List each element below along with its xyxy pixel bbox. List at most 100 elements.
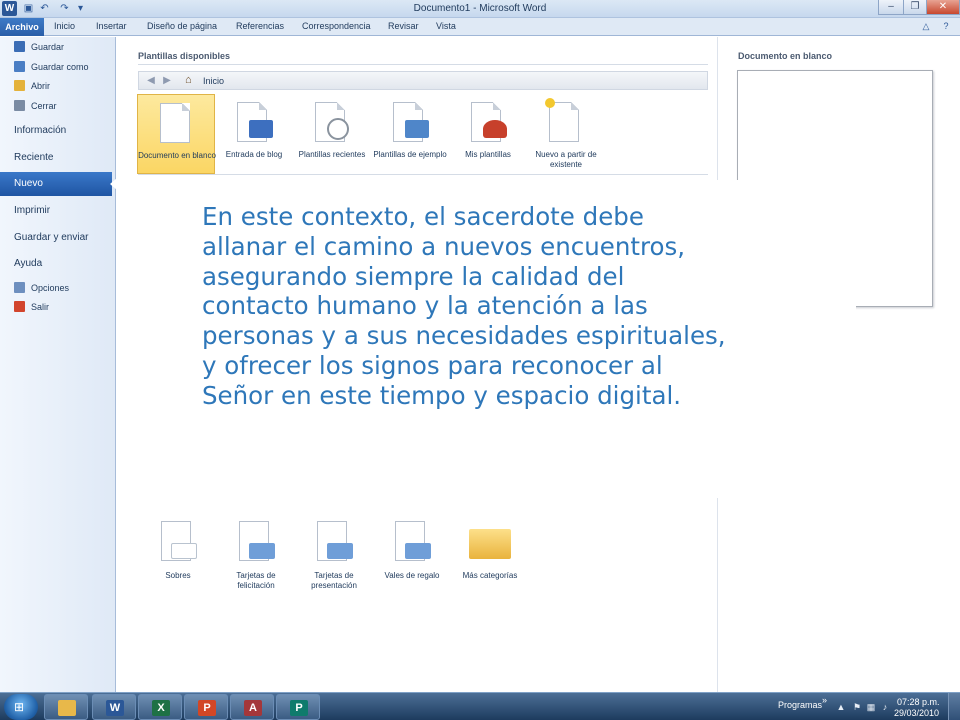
nav-tab-reciente[interactable]: Reciente xyxy=(14,152,53,163)
excel-icon: X xyxy=(152,700,170,716)
open-folder-icon xyxy=(14,80,25,91)
template-my-templates[interactable]: Mis plantillas xyxy=(449,94,527,174)
nav-tab-nuevo[interactable]: Nuevo xyxy=(0,172,112,196)
restore-button[interactable]: ❐ xyxy=(903,0,927,15)
quote-line: contacto humano y la atención a las xyxy=(202,291,648,321)
preview-title: Documento en blanco xyxy=(738,51,833,61)
template-blog-post[interactable]: Entrada de blog xyxy=(215,94,293,174)
start-button[interactable]: ⊞ xyxy=(4,694,38,720)
person-icon xyxy=(483,120,507,138)
blank-document-icon xyxy=(160,103,190,143)
forward-arrow-icon[interactable]: ▶ xyxy=(161,75,173,87)
tab-vista[interactable]: Vista xyxy=(436,21,456,31)
minimize-button[interactable]: ‒ xyxy=(878,0,904,15)
quote-line: Señor en este tiempo y espacio digital. xyxy=(202,380,682,410)
divider xyxy=(138,174,708,175)
template-more-categories[interactable]: Más categorías xyxy=(455,521,525,601)
save-as-icon xyxy=(14,61,25,72)
nav-tab-guardar-y-enviar[interactable]: Guardar y enviar xyxy=(14,232,88,243)
quote-line: y ofrecer los signos para reconocer al xyxy=(202,350,663,380)
template-blank-document[interactable]: Documento en blanco xyxy=(137,94,216,174)
close-document-command-label: Cerrar xyxy=(31,101,57,111)
action-center-flag-icon[interactable]: ⚑ xyxy=(852,702,862,712)
help-icon[interactable]: ? xyxy=(940,20,952,32)
save-as-command[interactable]: Guardar como xyxy=(14,59,89,75)
template-label: Vales de regalo xyxy=(384,571,440,580)
access-icon: A xyxy=(244,700,262,716)
nav-tab-ayuda[interactable]: Ayuda xyxy=(14,258,42,269)
close-document-command[interactable]: Cerrar xyxy=(14,98,57,114)
nav-tab-informacion[interactable]: Información xyxy=(14,125,66,136)
back-arrow-icon[interactable]: ◀ xyxy=(145,75,157,87)
volume-icon[interactable]: ♪ xyxy=(880,702,890,712)
options-command-label: Opciones xyxy=(31,283,70,293)
template-label: Plantillas de ejemplo xyxy=(373,150,447,159)
taskbar: ⊞ W X P A P Programas » ▲ ⚑ ▦ ♪ 07:28 p.… xyxy=(0,692,960,720)
tab-inicio[interactable]: Inicio xyxy=(54,21,75,31)
clock-icon xyxy=(327,118,349,140)
template-envelopes[interactable]: Sobres xyxy=(143,521,213,601)
template-label: Sobres xyxy=(165,571,191,580)
open-command-label: Abrir xyxy=(31,81,51,91)
template-label: Plantillas recientes xyxy=(298,150,366,159)
taskbar-word[interactable]: W xyxy=(92,694,136,720)
divider xyxy=(138,64,708,65)
template-label: Documento en blanco xyxy=(138,151,216,160)
tab-archivo[interactable]: Archivo xyxy=(0,18,44,36)
save-icon xyxy=(14,41,25,52)
network-icon[interactable]: ▦ xyxy=(866,702,876,712)
card-badge xyxy=(327,543,353,559)
template-label: Mis plantillas xyxy=(465,150,511,159)
template-business-cards[interactable]: Tarjetas de presentación xyxy=(299,521,369,601)
tab-correspondencia[interactable]: Correspondencia xyxy=(302,21,371,31)
tab-insertar[interactable]: Insertar xyxy=(96,21,127,31)
template-label: Más categorías xyxy=(462,571,518,580)
taskbar-powerpoint[interactable]: P xyxy=(184,694,228,720)
clock-time[interactable]: 07:28 p.m. xyxy=(897,697,940,707)
home-icon[interactable]: ⌂ xyxy=(185,74,197,86)
publisher-icon: P xyxy=(290,700,308,716)
exit-icon xyxy=(14,301,25,312)
breadcrumb-home[interactable]: Inicio xyxy=(203,76,224,86)
exit-command[interactable]: Salir xyxy=(14,299,49,315)
show-desktop-button[interactable] xyxy=(948,693,960,720)
new-from-existing-icon xyxy=(549,102,579,142)
template-label: Nuevo a partir de existente xyxy=(535,150,597,169)
quote-text: En este contexto, el sacerdote debe alla… xyxy=(202,202,852,411)
options-command[interactable]: Opciones xyxy=(14,280,69,296)
tab-diseno-de-pagina[interactable]: Diseño de página xyxy=(147,21,217,31)
template-breadcrumb-bar: ◀ ▶ ⌂ Inicio xyxy=(138,71,708,90)
save-command[interactable]: Guardar xyxy=(14,39,64,55)
blog-post-badge xyxy=(249,120,273,138)
tab-revisar[interactable]: Revisar xyxy=(388,21,419,31)
programs-toolbar-label[interactable]: Programas xyxy=(778,700,822,710)
tab-referencias[interactable]: Referencias xyxy=(236,21,284,31)
save-as-command-label: Guardar como xyxy=(31,62,89,72)
taskbar-publisher[interactable]: P xyxy=(276,694,320,720)
template-label: Tarjetas de presentación xyxy=(311,571,357,590)
powerpoint-icon: P xyxy=(198,700,216,716)
available-templates-heading: Plantillas disponibles xyxy=(138,51,231,61)
template-recent[interactable]: Plantillas recientes xyxy=(293,94,371,174)
options-icon xyxy=(14,282,25,293)
envelope-badge xyxy=(171,543,197,559)
taskbar-excel[interactable]: X xyxy=(138,694,182,720)
tray-expand-icon[interactable]: ▲ xyxy=(836,702,846,712)
taskbar-explorer[interactable] xyxy=(44,694,88,720)
open-command[interactable]: Abrir xyxy=(14,78,50,94)
quote-overlay: En este contexto, el sacerdote debe alla… xyxy=(170,180,856,498)
minimize-ribbon-icon[interactable]: △ xyxy=(920,20,932,32)
clock-date[interactable]: 29/03/2010 xyxy=(894,708,939,718)
close-button[interactable]: ✕ xyxy=(926,0,960,15)
nav-tab-imprimir[interactable]: Imprimir xyxy=(14,205,50,216)
taskbar-access[interactable]: A xyxy=(230,694,274,720)
sparkle-icon xyxy=(545,98,555,108)
chevron-icon[interactable]: » xyxy=(822,695,827,705)
window-title: Documento1 - Microsoft Word xyxy=(413,3,547,14)
template-samples[interactable]: Plantillas de ejemplo xyxy=(371,94,449,174)
template-gift-vouchers[interactable]: Vales de regalo xyxy=(377,521,447,601)
template-new-from-existing[interactable]: Nuevo a partir de existente xyxy=(527,94,605,174)
folder-icon xyxy=(469,529,511,559)
quote-line: En este contexto, el sacerdote debe xyxy=(202,202,644,231)
template-greeting-cards[interactable]: Tarjetas de felicitación xyxy=(221,521,291,601)
